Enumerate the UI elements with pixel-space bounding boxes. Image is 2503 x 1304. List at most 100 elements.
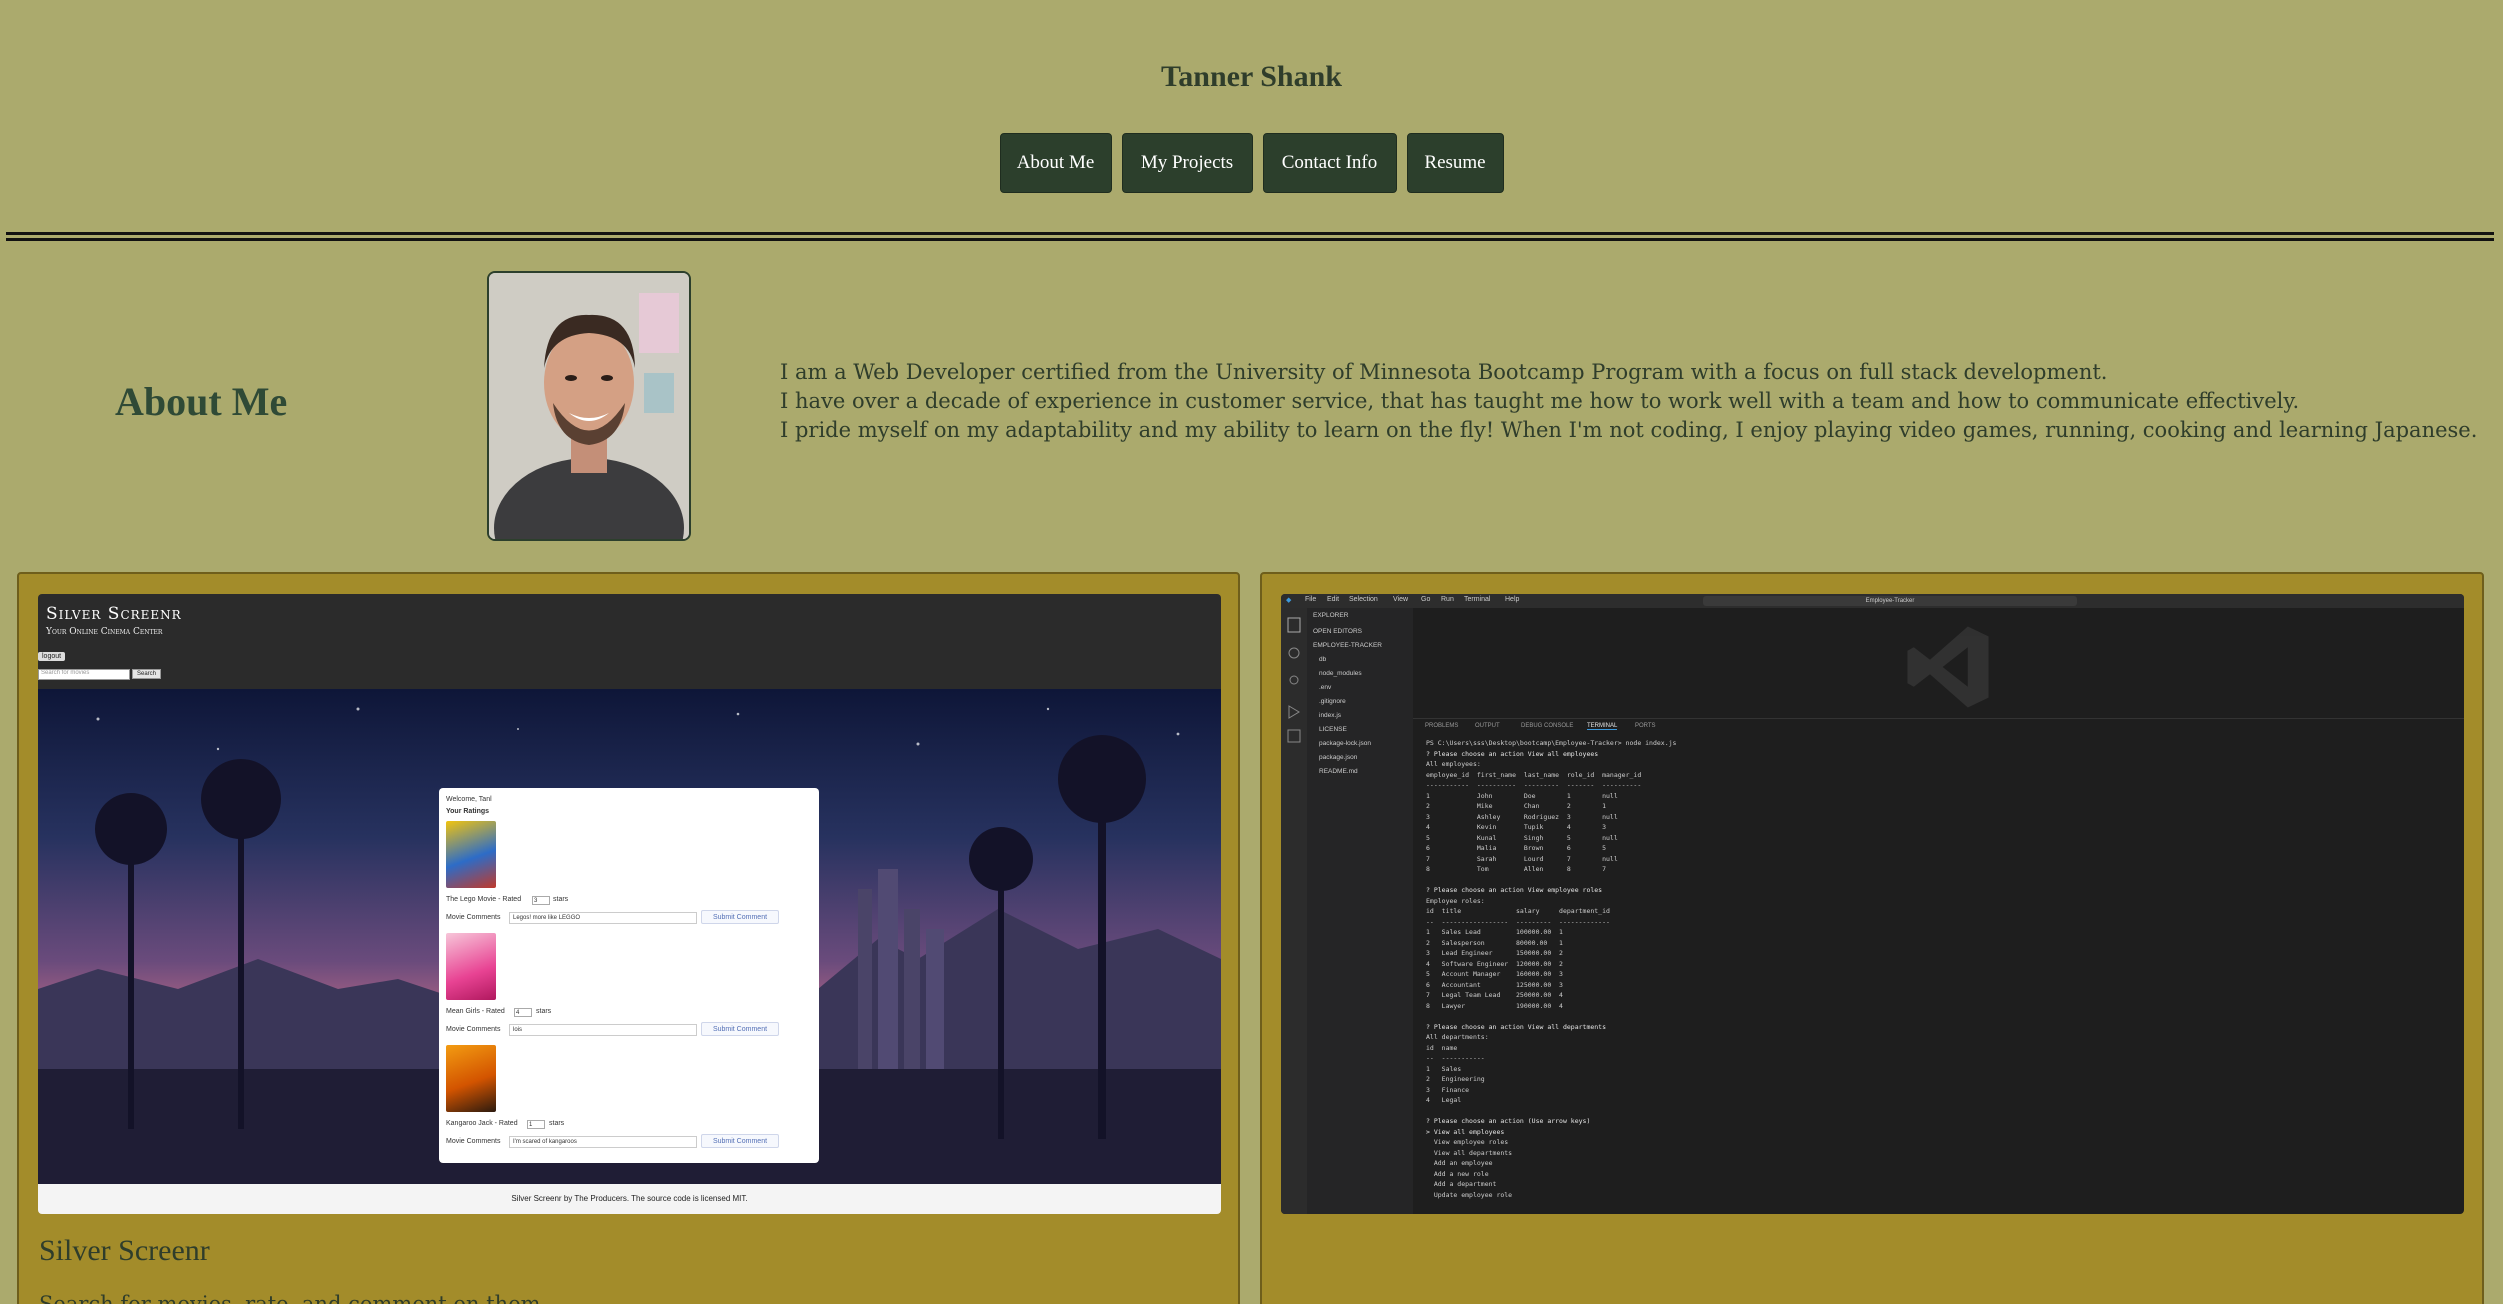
terminal-line: 8 Lawyer 190000.00 4: [1426, 1001, 1563, 1010]
project-card-employee-tracker[interactable]: ◆ File Edit Selection View Go Run Termin…: [1260, 572, 2484, 1304]
terminal-line: 7 Legal Team Lead 250000.00 4: [1426, 991, 1563, 999]
nav-contact-info-button[interactable]: Contact Info: [1262, 133, 1397, 193]
rating-input: 3: [532, 896, 550, 905]
screenshot-tagline: Your Online Cinema Center: [46, 627, 163, 637]
terminal-line: All departments:: [1426, 1033, 1489, 1041]
comments-label: Movie Comments: [446, 1026, 501, 1033]
panel-tab: OUTPUT: [1475, 723, 1500, 729]
vscode-icon: ◆: [1286, 597, 1292, 604]
vscode-panel-tabs: PROBLEMS OUTPUT DEBUG CONSOLE TERMINAL P…: [1413, 718, 2464, 732]
about-line: I pride myself on my adaptability and my…: [780, 418, 2478, 442]
screenshot-header: Silver Screenr Your Online Cinema Center…: [38, 594, 1221, 689]
movie-poster: [446, 933, 496, 1000]
terminal-line: Add a department: [1426, 1180, 1497, 1188]
ratings-panel: Welcome, Tanl Your Ratings The Lego Movi…: [439, 788, 819, 1163]
project-folder-label: EMPLOYEE-TRACKER: [1313, 642, 1382, 649]
terminal-line: 5 Kunal Singh 5 null: [1426, 833, 1618, 842]
terminal-line: PS C:\Users\sss\Desktop\bootcamp\Employe…: [1426, 739, 1677, 747]
terminal-line: id name: [1426, 1043, 1458, 1052]
terminal-line: Add a new role: [1426, 1169, 1489, 1178]
submit-comment-button: Submit Comment: [701, 1134, 779, 1148]
file-item: node_modules: [1319, 670, 1362, 677]
file-item: .env: [1319, 684, 1332, 691]
screenshot-search-button: Search: [132, 669, 162, 679]
vscode-activity-bar: [1281, 608, 1307, 1214]
movie-rating-text: The Lego Movie - Rated: [446, 896, 522, 903]
open-editors-label: OPEN EDITORS: [1313, 628, 1363, 635]
welcome-text: Welcome, Tanl: [446, 796, 492, 803]
vscode-command-search: Employee-Tracker: [1703, 596, 2077, 606]
menu-item: Run: [1441, 596, 1454, 603]
project-screenshot[interactable]: Silver Screenr Your Online Cinema Center…: [38, 594, 1221, 1214]
header-divider: [6, 232, 2494, 241]
file-item: package.json: [1319, 754, 1358, 761]
terminal-line: id title salary department_id: [1426, 907, 1610, 915]
terminal-line: 4 Legal: [1426, 1096, 1462, 1104]
terminal-line: ----------- ---------- --------- -------…: [1426, 781, 1642, 789]
screenshot-logout-button: logout: [38, 652, 66, 661]
site-title: Tanner Shank: [1161, 60, 1342, 93]
terminal-line: 1 Sales Lead 100000.00 1: [1426, 928, 1563, 936]
terminal-line: > View all employees: [1426, 1127, 1505, 1136]
vscode-terminal-output: PS C:\Users\sss\Desktop\bootcamp\Employe…: [1426, 738, 2456, 1208]
menu-item: Go: [1421, 596, 1431, 603]
terminal-line: 2 Mike Chan 2 1: [1426, 802, 1607, 810]
terminal-line: -- -----------: [1426, 1054, 1485, 1062]
file-item: package-lock.json: [1319, 740, 1372, 747]
terminal-line: Update employee role: [1426, 1190, 1513, 1199]
rating-input: 1: [527, 1120, 545, 1129]
movie-rating-text: Mean Girls - Rated: [446, 1008, 505, 1015]
terminal-line: 3 Finance: [1426, 1085, 1470, 1094]
terminal-line: employee_id first_name last_name role_id…: [1426, 770, 1642, 779]
terminal-line: 2 Engineering: [1426, 1075, 1485, 1083]
screenshot-logo: Silver Screenr: [46, 604, 182, 624]
about-line: I am a Web Developer certified from the …: [780, 360, 2108, 384]
menu-item: File: [1305, 596, 1317, 603]
comment-input: I'm scared of kangaroos: [509, 1136, 697, 1148]
nav-about-me-button[interactable]: About Me: [999, 133, 1112, 193]
explorer-title: EXPLORER: [1313, 612, 1349, 619]
terminal-line: 2 Salesperson 80000.00 1: [1426, 938, 1563, 947]
about-heading: About Me: [115, 379, 288, 424]
terminal-line: 1 John Doe 1 null: [1426, 791, 1618, 800]
terminal-line: Employee roles:: [1426, 896, 1485, 905]
vscode-titlebar: ◆ File Edit Selection View Go Run Termin…: [1281, 594, 2464, 608]
project-description: Search for movies, rate, and comment on …: [39, 1292, 548, 1304]
stars-label: stars: [549, 1120, 565, 1127]
movie-poster: [446, 821, 496, 888]
terminal-line: All employees:: [1426, 760, 1481, 768]
about-text: I am a Web Developer certified from the …: [780, 358, 2477, 445]
about-line: I have over a decade of experience in cu…: [780, 389, 2300, 413]
terminal-line: 6 Accountant 125000.00 3: [1426, 980, 1563, 989]
panel-tab: DEBUG CONSOLE: [1521, 723, 1574, 729]
terminal-line: -- ----------------- --------- ---------…: [1426, 917, 1610, 926]
terminal-line: ? Please choose an action View all depar…: [1426, 1022, 1607, 1031]
comments-label: Movie Comments: [446, 914, 501, 921]
stars-label: stars: [553, 896, 569, 903]
terminal-line: 3 Lead Engineer 150000.00 2: [1426, 949, 1563, 957]
movie-poster: [446, 1045, 496, 1112]
comment-input: Legos! more like LEGGO: [509, 912, 697, 924]
terminal-line: ? Please choose an action View all emplo…: [1426, 749, 1599, 758]
terminal-line: 4 Software Engineer 120000.00 2: [1426, 959, 1563, 968]
terminal-line: 4 Kevin Tupik 4 3: [1426, 823, 1607, 831]
vscode-explorer: EXPLORER OPEN EDITORS EMPLOYEE-TRACKER d…: [1307, 608, 1413, 1214]
file-item: db: [1319, 656, 1327, 663]
file-item: LICENSE: [1319, 726, 1347, 733]
comment-input: lois: [509, 1024, 697, 1036]
terminal-line: 5 Account Manager 160000.00 3: [1426, 970, 1563, 978]
terminal-line: Add an employee: [1426, 1159, 1493, 1167]
profile-photo: [487, 271, 691, 541]
file-item: README.md: [1319, 768, 1358, 775]
nav-resume-button[interactable]: Resume: [1406, 133, 1504, 193]
submit-comment-button: Submit Comment: [701, 1022, 779, 1036]
panel-tab: PORTS: [1635, 723, 1656, 729]
nav-my-projects-button[interactable]: My Projects: [1121, 133, 1253, 193]
terminal-line: ? Please choose an action (Use arrow key…: [1426, 1117, 1591, 1125]
project-screenshot[interactable]: ◆ File Edit Selection View Go Run Termin…: [1281, 594, 2464, 1214]
project-card-silver-screenr[interactable]: Silver Screenr Your Online Cinema Center…: [17, 572, 1240, 1304]
site-header: Tanner Shank About Me My Projects Contac…: [0, 0, 2503, 238]
